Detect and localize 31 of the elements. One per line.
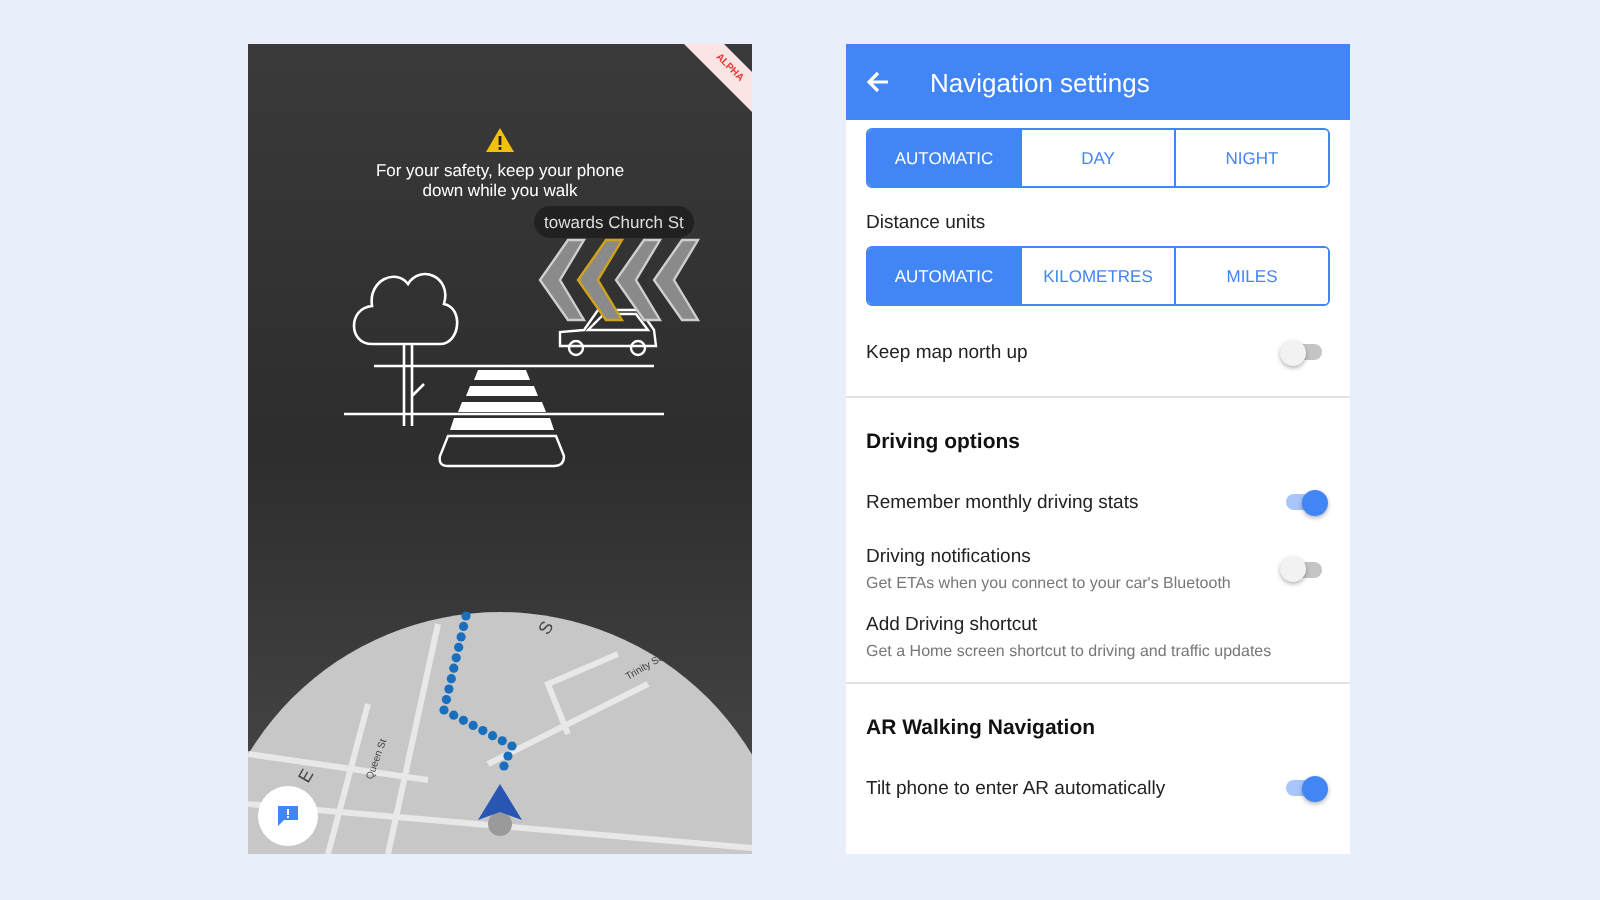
direction-label: towards Church St — [534, 206, 694, 238]
screen-title: Navigation settings — [930, 67, 1150, 97]
toggle-switch[interactable] — [1286, 494, 1322, 510]
section-heading: Driving options — [866, 430, 1020, 454]
setting-description: Get ETAs when you connect to your car's Bluetooth — [866, 574, 1231, 592]
setting-label: Tilt phone to enter AR automatically — [866, 777, 1166, 799]
setting-label: Driving notifications — [866, 546, 1033, 568]
setting-label: Remember monthly driving stats — [866, 491, 1139, 513]
setting-label: Distance units — [866, 212, 988, 234]
segment-option[interactable]: AUTOMATIC — [868, 130, 1020, 186]
car-drawing — [558, 308, 658, 357]
setting-label: Add Driving shortcut — [866, 614, 1040, 636]
alpha-ribbon — [684, 44, 752, 112]
back-button[interactable] — [862, 66, 894, 98]
section-heading: AR Walking Navigation — [866, 716, 1096, 740]
compass-letter: S — [534, 617, 558, 638]
segment-option[interactable]: MILES — [1174, 248, 1328, 304]
setting-description: Get a Home screen shortcut to driving and traffic updates — [866, 642, 1272, 660]
segment-option[interactable]: AUTOMATIC — [868, 248, 1020, 304]
crosswalk-drawing — [438, 370, 566, 468]
toggle-switch[interactable] — [1286, 780, 1322, 796]
toggle-switch[interactable] — [1286, 344, 1322, 360]
compass-letter: E — [294, 765, 318, 786]
toggle-switch[interactable] — [1286, 561, 1322, 577]
segment-option[interactable]: NIGHT — [1174, 130, 1328, 186]
safety-warning: For your safety, keep your phone down while you walk — [373, 160, 627, 200]
location-arrow-icon — [478, 784, 522, 836]
feedback-icon — [278, 806, 298, 826]
back-arrow-icon — [866, 70, 890, 94]
warning-icon — [486, 128, 514, 152]
setting-label: Keep map north up — [866, 341, 1028, 363]
